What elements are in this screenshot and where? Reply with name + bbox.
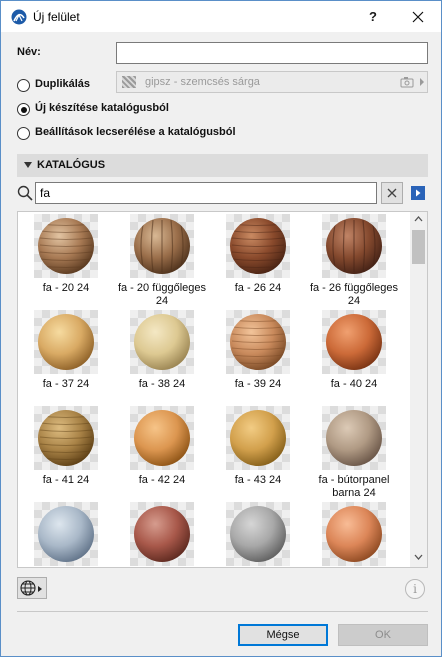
surface-label: fa - bútorpanel barna 24 xyxy=(318,474,390,499)
info-button[interactable]: i xyxy=(405,579,425,599)
close-button[interactable] xyxy=(401,5,435,29)
replace-settings-radio-label: Beállítások lecserélése a katalógusból xyxy=(35,126,236,138)
info-icon: i xyxy=(413,582,417,596)
surface-label: fa - 20 24 xyxy=(42,282,90,294)
catalog-title: KATALÓGUS xyxy=(37,159,106,171)
globe-icon xyxy=(20,580,42,596)
surface-thumbnail xyxy=(226,214,290,278)
surface-label: fa - 26 24 xyxy=(234,282,282,294)
surface-label: fa - 37 24 xyxy=(42,378,90,390)
replace-settings-radio[interactable] xyxy=(17,127,30,140)
search-icon xyxy=(17,185,33,201)
footer-divider xyxy=(17,611,428,612)
duplicate-source-value: gipsz - szemcsés sárga xyxy=(145,76,260,88)
surface-thumbnail xyxy=(34,310,98,374)
help-button[interactable]: ? xyxy=(357,5,389,29)
surface-thumbnail xyxy=(322,214,386,278)
surface-thumbnail xyxy=(130,214,194,278)
surface-label: fa - 43 24 xyxy=(234,474,282,486)
surface-label: fa - 40 24 xyxy=(330,378,378,390)
surface-thumbnail xyxy=(130,310,194,374)
new-from-catalog-radio[interactable] xyxy=(17,103,30,116)
globe-button[interactable] xyxy=(17,577,47,599)
surface-label: fa - 26 függőleges 24 xyxy=(309,282,399,307)
new-from-catalog-radio-label: Új készítése katalógusból xyxy=(35,102,169,114)
ok-button[interactable]: OK xyxy=(338,624,428,646)
surface-thumbnail xyxy=(34,214,98,278)
surface-thumbnail xyxy=(34,502,98,566)
camera-icon xyxy=(400,77,414,88)
expand-panel-button[interactable] xyxy=(411,186,425,200)
catalog-list[interactable]: fa - 20 24 fa - 20 függőleges 24 fa - 26… xyxy=(17,211,428,568)
cancel-button[interactable]: Mégse xyxy=(238,624,328,646)
duplicate-radio-label: Duplikálás xyxy=(35,78,91,90)
chevron-right-icon xyxy=(420,78,424,86)
catalog-search-input[interactable]: fa xyxy=(35,182,377,204)
surface-thumbnail xyxy=(322,502,386,566)
name-label: Név: xyxy=(17,46,41,58)
title-bar: Új felület ? xyxy=(1,1,441,32)
search-value: fa xyxy=(40,186,51,200)
new-surface-dialog: Új felület ? Név: Duplikálás gipsz - sze… xyxy=(0,0,442,657)
archicad-logo-icon xyxy=(11,9,27,25)
clear-x-icon xyxy=(387,188,397,198)
surface-thumbnail xyxy=(226,310,290,374)
surface-thumbnail xyxy=(226,502,290,566)
duplicate-source-select[interactable]: gipsz - szemcsés sárga xyxy=(116,71,428,93)
material-swatch-icon xyxy=(122,76,136,88)
scroll-thumb[interactable] xyxy=(412,230,425,264)
scroll-down-icon[interactable] xyxy=(414,554,423,560)
catalog-section-header[interactable]: KATALÓGUS xyxy=(17,154,428,177)
surface-label: fa - 42 24 xyxy=(138,474,186,486)
scroll-up-icon[interactable] xyxy=(414,216,423,222)
surface-label: fa - 39 24 xyxy=(234,378,282,390)
close-icon xyxy=(412,11,424,23)
surface-label: fa - 41 24 xyxy=(42,474,90,486)
vertical-scrollbar[interactable] xyxy=(410,212,427,567)
surface-thumbnail xyxy=(322,310,386,374)
surface-label: fa - 38 24 xyxy=(138,378,186,390)
surface-label: fa - 20 függőleges 24 xyxy=(117,282,207,307)
collapse-triangle-icon xyxy=(24,162,32,168)
name-input[interactable] xyxy=(116,42,428,64)
window-title: Új felület xyxy=(33,10,80,24)
surface-thumbnail xyxy=(226,406,290,470)
expand-arrow-icon xyxy=(412,187,424,199)
surface-thumbnail xyxy=(34,406,98,470)
surface-thumbnail xyxy=(130,406,194,470)
clear-search-button[interactable] xyxy=(381,182,403,204)
surface-thumbnail xyxy=(130,502,194,566)
duplicate-radio[interactable] xyxy=(17,79,30,92)
surface-thumbnail xyxy=(322,406,386,470)
surface-grid: fa - 20 24 fa - 20 függőleges 24 fa - 26… xyxy=(18,212,410,567)
